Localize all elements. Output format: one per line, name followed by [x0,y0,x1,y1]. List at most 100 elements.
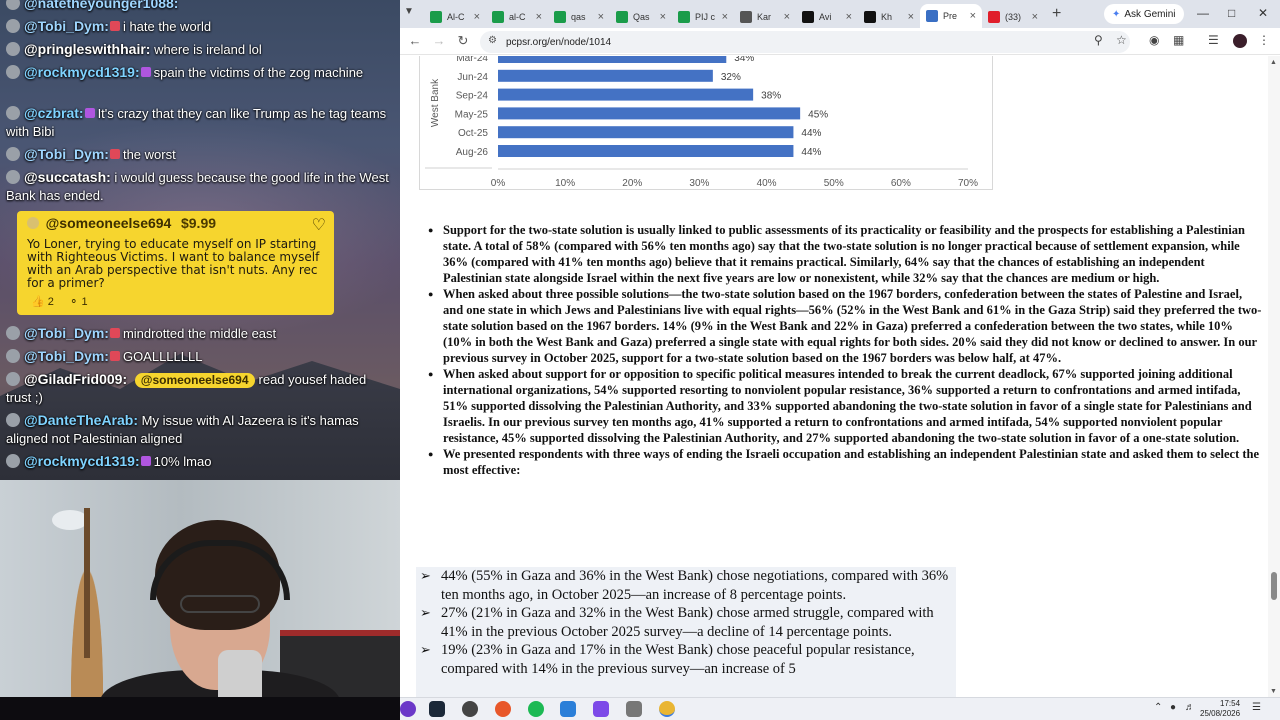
tab-favicon-icon [616,11,628,23]
browser-tab[interactable]: (33) × [982,6,1044,28]
chat-username: @natetheyounger1088: [24,0,179,11]
tab-search-icon[interactable]: ▼ [404,6,418,20]
ask-gemini-button[interactable]: ✦ Ask Gemini [1104,4,1184,24]
tab-close-icon[interactable]: × [970,10,976,22]
superchat-avatar [27,217,39,229]
close-window-icon[interactable]: ✕ [1258,6,1268,20]
steam-icon[interactable] [429,701,445,717]
chat-message: @rockmycd1319: spain the victims of the z… [6,63,394,82]
tab-favicon-icon [802,11,814,23]
chat-username: @succatash: [24,169,111,185]
back-icon[interactable]: ← [406,33,424,48]
superchat-card: @someoneelse694 $9.99 ♡ Yo Loner, trying… [17,211,334,315]
volume-icon[interactable]: ♬ [1185,702,1195,713]
tab-close-icon[interactable]: × [846,11,852,23]
tray-chevron-icon[interactable]: ⌃ [1154,702,1162,713]
chat-text: spain the victims of the zog machine [153,65,364,80]
spotify-icon[interactable] [528,701,544,717]
chrome-icon[interactable] [659,701,675,717]
profile-avatar[interactable] [1233,34,1247,48]
menu-kebab-icon[interactable]: ⋮ [1258,33,1270,47]
tab-close-icon[interactable]: × [598,11,604,23]
address-bar[interactable]: ⚙ pcpsr.org/en/node/1014 [480,31,1130,53]
chat-username: @Tobi_Dym: [24,348,109,364]
chat-username: @GiladFrid009: [24,371,128,387]
chat-username: @rockmycd1319: [24,64,140,80]
member-badge-icon [109,328,120,338]
ask-gemini-label: Ask Gemini [1124,8,1176,20]
new-tab-button[interactable]: + [1052,5,1061,23]
scroll-up-icon[interactable]: ▲ [1270,59,1277,66]
browser-tab[interactable]: Pre × [920,4,982,28]
member-badge-icon [109,351,120,361]
tab-close-icon[interactable]: × [784,11,790,23]
tab-close-icon[interactable]: × [722,11,728,23]
browser-tab[interactable]: Qas × [610,6,672,28]
page-content: West Bank Mar-24 34% Jun-24 32% Sep-24 38% May-… [400,56,1268,697]
tab-favicon-icon [988,11,1000,23]
browser-tab[interactable]: Kar × [734,6,796,28]
tab-title: Qas [633,12,650,22]
extensions-puzzle-icon[interactable]: ▦ [1173,33,1184,47]
scroll-down-icon[interactable]: ▼ [1270,688,1277,695]
category-label: Sep-24 [456,91,489,102]
chart-group-label: West Bank [430,78,441,127]
microphone-tray-icon[interactable]: ● [1170,702,1176,713]
chat-username: @pringleswithhair: [24,41,151,57]
windows-taskbar: ⌃ ● ♬ 17:54 25/08/2026 ☰ [400,697,1280,720]
arrowhead-bullet-icon: ➢ [420,605,431,620]
app-icon-1[interactable] [400,701,416,717]
tab-favicon-icon [554,11,566,23]
browser-tab[interactable]: Al-C × [424,6,486,28]
extension-icon[interactable]: ◉ [1149,33,1159,47]
zoom-icon[interactable]: ⚲ [1094,33,1103,47]
minimize-icon[interactable]: — [1197,6,1209,20]
superchat-amount: $9.99 [180,215,217,231]
bar [498,56,727,63]
heart-icon[interactable]: ♡ [312,218,326,234]
superchat-replies: 1 [81,296,88,308]
reload-icon[interactable]: ↻ [454,33,472,49]
category-label: Oct-25 [458,128,488,139]
obs-icon[interactable] [462,701,478,717]
media-icon[interactable]: ☰ [1208,33,1219,47]
bar-value-label: 45% [808,109,828,120]
x-tick-label: 40% [757,178,777,189]
taskbar-clock[interactable]: 17:54 25/08/2026 [1200,699,1240,719]
superchat-likes: 2 [47,296,54,308]
site-info-icon[interactable]: ⚙ [488,35,497,46]
tab-close-icon[interactable]: × [908,11,914,23]
app-icon-7[interactable] [593,701,609,717]
effectiveness-item: ➢ 44% (55% in Gaza and 36% in the West Ba… [416,567,956,604]
forward-icon[interactable]: → [430,33,448,48]
browser-tab[interactable]: Avi × [796,6,858,28]
maximize-icon[interactable]: □ [1228,6,1235,20]
chat-avatar [6,147,20,161]
browser-tab[interactable]: al-C × [486,6,548,28]
browser-tab[interactable]: PIJ c × [672,6,734,28]
bar-chart: West Bank Mar-24 34% Jun-24 32% Sep-24 38% May-… [419,56,993,190]
app-icon-4[interactable] [495,701,511,717]
scrollbar[interactable]: ▲ ▼ [1268,56,1280,697]
app-icon-6[interactable] [560,701,576,717]
effectiveness-item: ➢ 27% (21% in Gaza and 32% in the West Ba… [416,604,956,641]
effectiveness-text: 44% (55% in Gaza and 36% in the West Ban… [441,568,949,603]
bookmark-star-icon[interactable]: ☆ [1116,33,1127,47]
tab-close-icon[interactable]: × [660,11,666,23]
scrollbar-thumb[interactable] [1271,572,1277,600]
browser-tab[interactable]: qas × [548,6,610,28]
x-tick-label: 70% [958,178,978,189]
chat-message: @pringleswithhair: where is ireland lol [6,40,394,59]
clock-date: 25/08/2026 [1200,709,1241,718]
notifications-icon[interactable]: ☰ [1252,702,1261,713]
tab-close-icon[interactable]: × [1032,11,1038,23]
tab-close-icon[interactable]: × [474,11,480,23]
app-icon-8[interactable] [626,701,642,717]
chat-avatar [6,106,20,120]
tab-close-icon[interactable]: × [536,11,542,23]
chat-text: where is ireland lol [154,42,262,57]
browser-tab[interactable]: Kh × [858,6,920,28]
tab-title: al-C [509,12,526,22]
bar-value-label: 34% [734,56,754,64]
arrowhead-bullet-icon: ➢ [420,568,431,583]
